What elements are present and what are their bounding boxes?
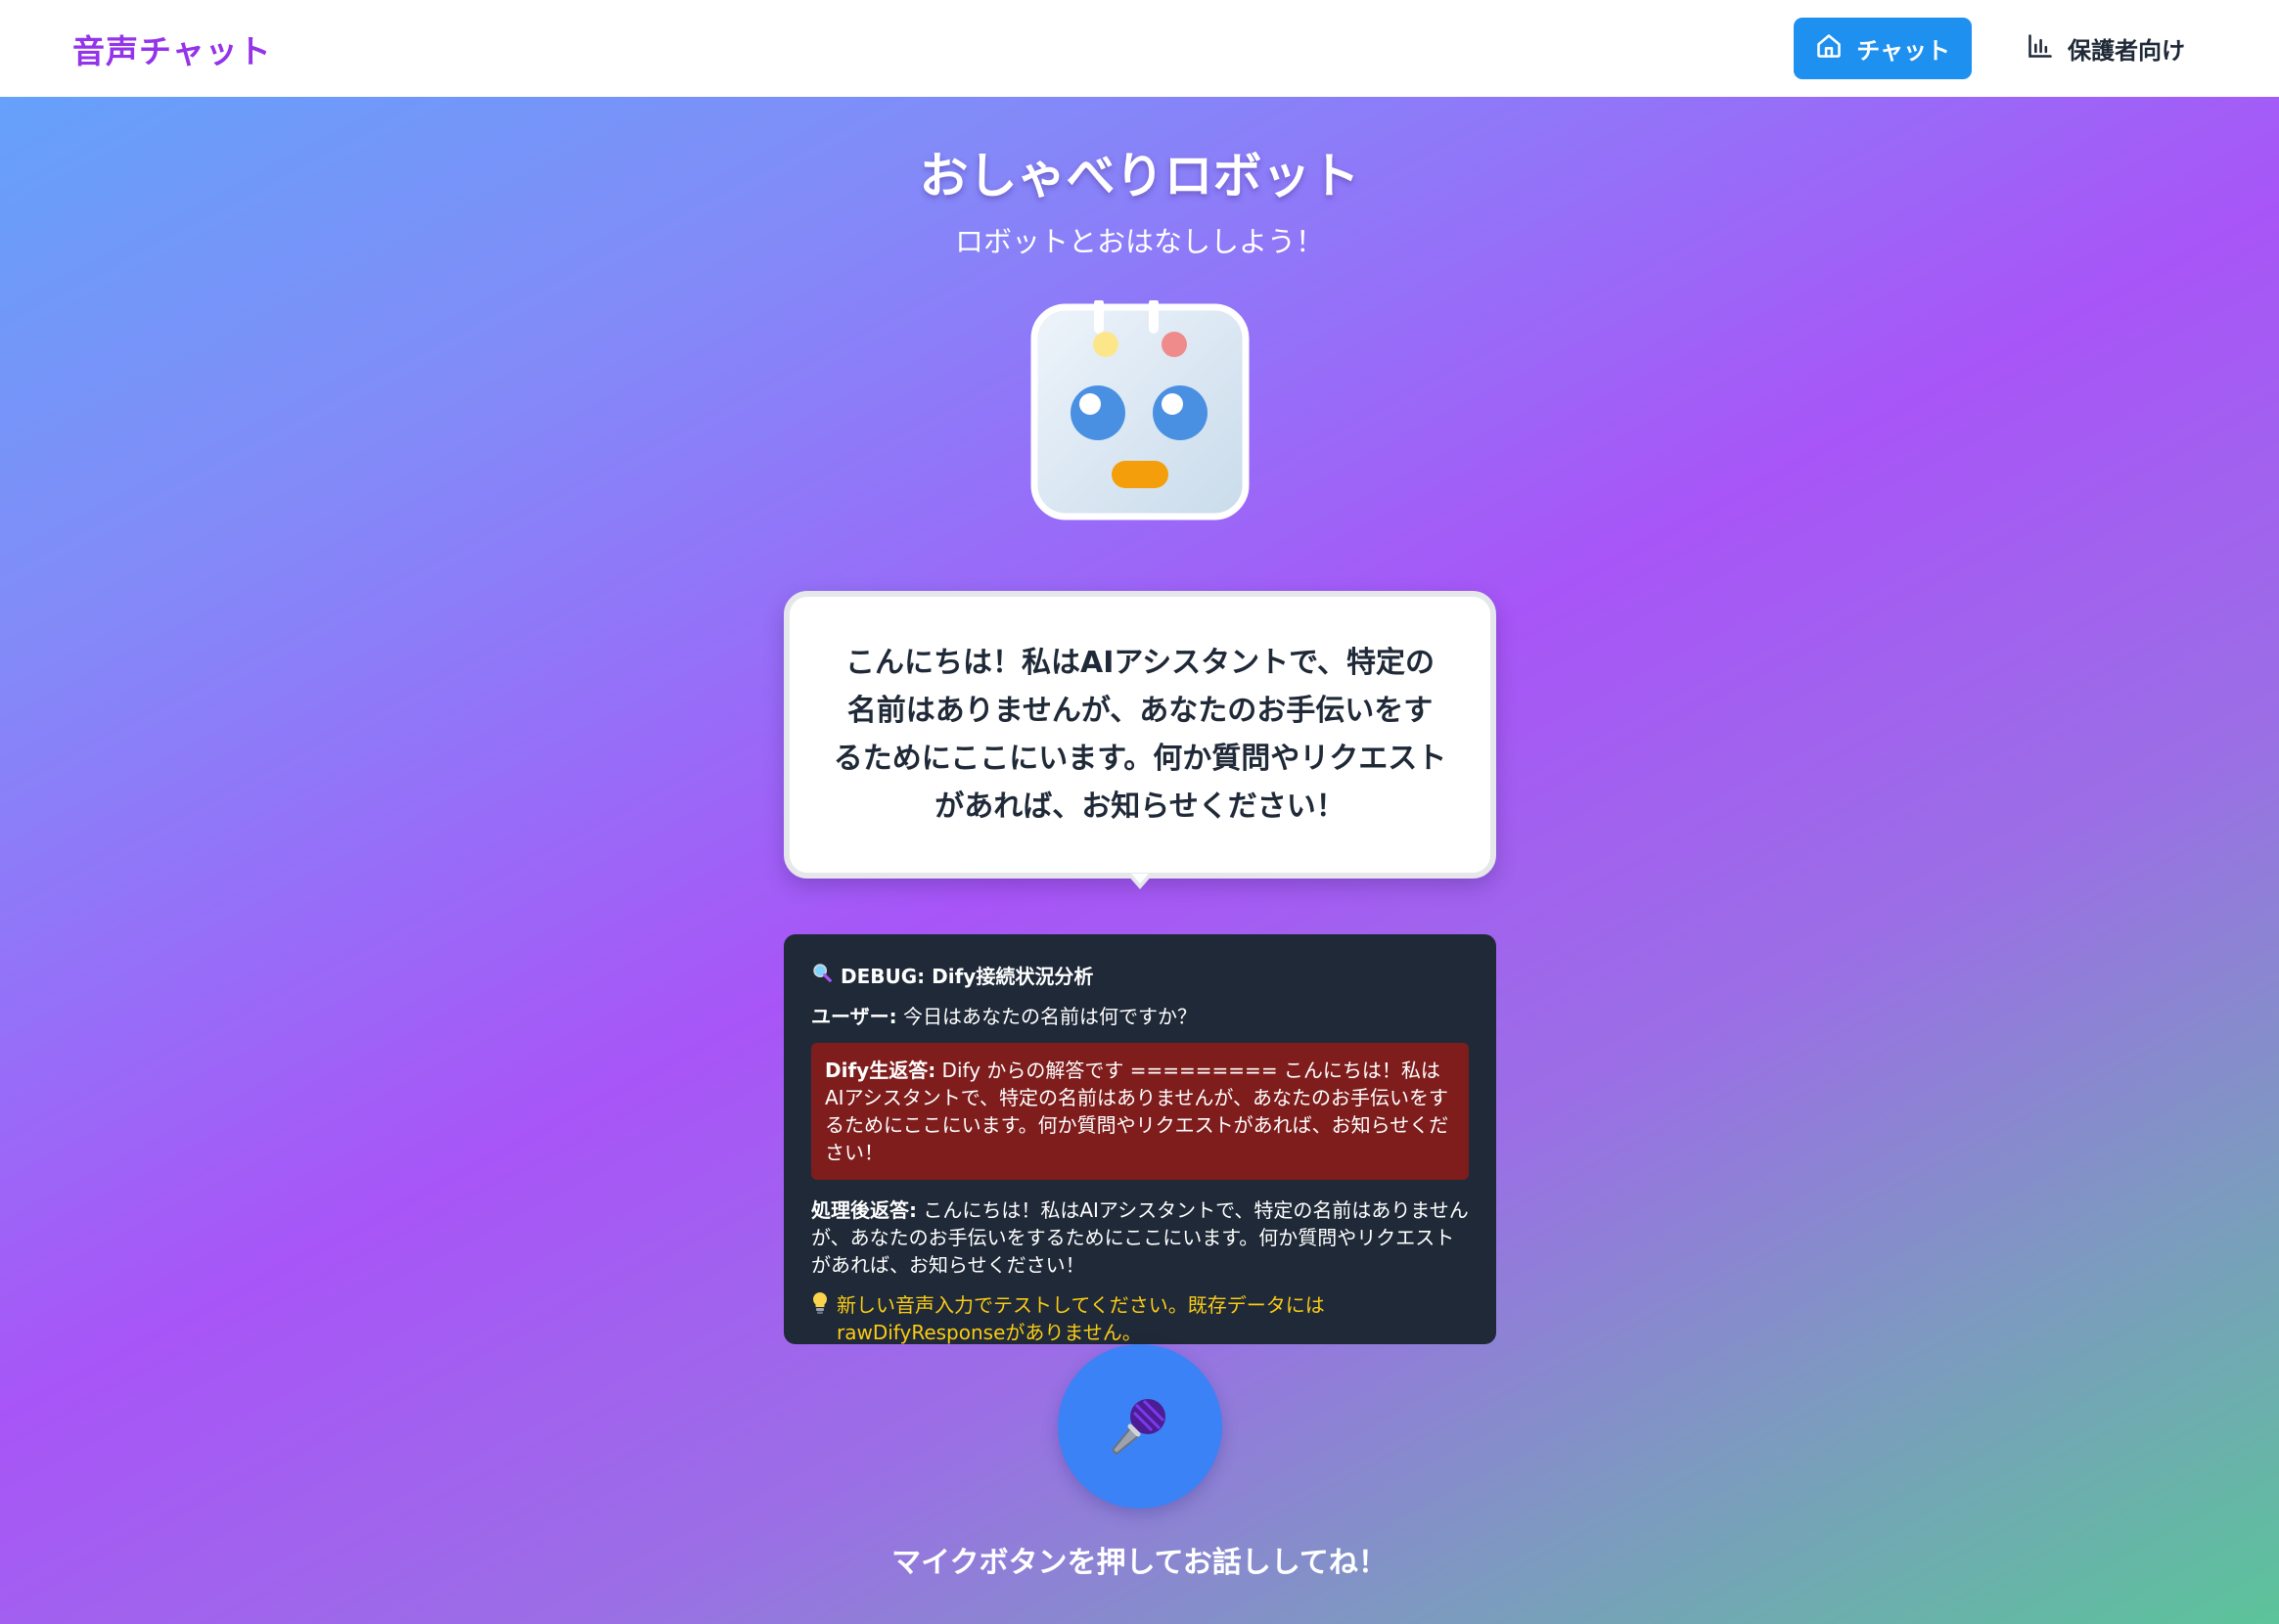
magnifier-icon	[811, 962, 833, 990]
brand-logo[interactable]: 音声チャット	[72, 25, 272, 72]
debug-processed-response: 処理後返答: こんにちは！私はAIアシスタントで、特定の名前はありませんが、あな…	[811, 1196, 1469, 1279]
speech-bubble-tail	[1126, 874, 1154, 889]
debug-raw-label: Dify生返答:	[825, 1059, 936, 1082]
bar-chart-icon	[2027, 32, 2054, 66]
nav-links: チャット 保護者向け	[1794, 18, 2207, 79]
mic-button[interactable]	[1058, 1344, 1222, 1509]
top-navbar: 音声チャット チャット 保護者向け	[0, 0, 2279, 97]
home-icon	[1815, 32, 1843, 66]
speech-bubble: こんにちは！私はAIアシスタントで、特定の名前はありませんが、あなたのお手伝いを…	[784, 591, 1496, 879]
nav-parents-button[interactable]: 保護者向け	[2005, 18, 2207, 79]
nav-parents-label: 保護者向け	[2068, 37, 2185, 65]
nav-chat-button[interactable]: チャット	[1794, 18, 1972, 79]
debug-title: DEBUG: Dify接続状況分析	[841, 964, 1094, 988]
debug-user-text: 今日はあなたの名前は何ですか？	[896, 1005, 1197, 1028]
lightbulb-icon	[811, 1291, 829, 1346]
debug-processed-label: 処理後返答:	[811, 1198, 917, 1222]
page-subtitle: ロボットとおはなししよう！	[954, 225, 1324, 258]
debug-raw-response: Dify生返答: Dify からの解答です ========= こんにちは！私は…	[811, 1043, 1469, 1180]
debug-user-label: ユーザー:	[811, 1005, 897, 1028]
robot-avatar	[1029, 298, 1251, 521]
debug-panel: DEBUG: Dify接続状況分析 ユーザー: 今日はあなたの名前は何ですか？ …	[784, 934, 1496, 1344]
nav-chat-label: チャット	[1856, 37, 1950, 65]
debug-tip: 新しい音声入力でテストしてください。既存データにはrawDifyResponse…	[811, 1291, 1469, 1346]
debug-tip-text: 新しい音声入力でテストしてください。既存データにはrawDifyResponse…	[837, 1293, 1325, 1344]
microphone-icon	[1105, 1389, 1175, 1464]
mic-hint-text: マイクボタンを押してお話ししてね！	[891, 1546, 1388, 1580]
debug-user-line: ユーザー: 今日はあなたの名前は何ですか？	[811, 1003, 1469, 1030]
debug-title-row: DEBUG: Dify接続状況分析	[811, 962, 1469, 990]
robot-message: こんにちは！私はAIアシスタントで、特定の名前はありませんが、あなたのお手伝いを…	[833, 646, 1447, 824]
page-title: おしゃべりロボット	[919, 148, 1360, 204]
